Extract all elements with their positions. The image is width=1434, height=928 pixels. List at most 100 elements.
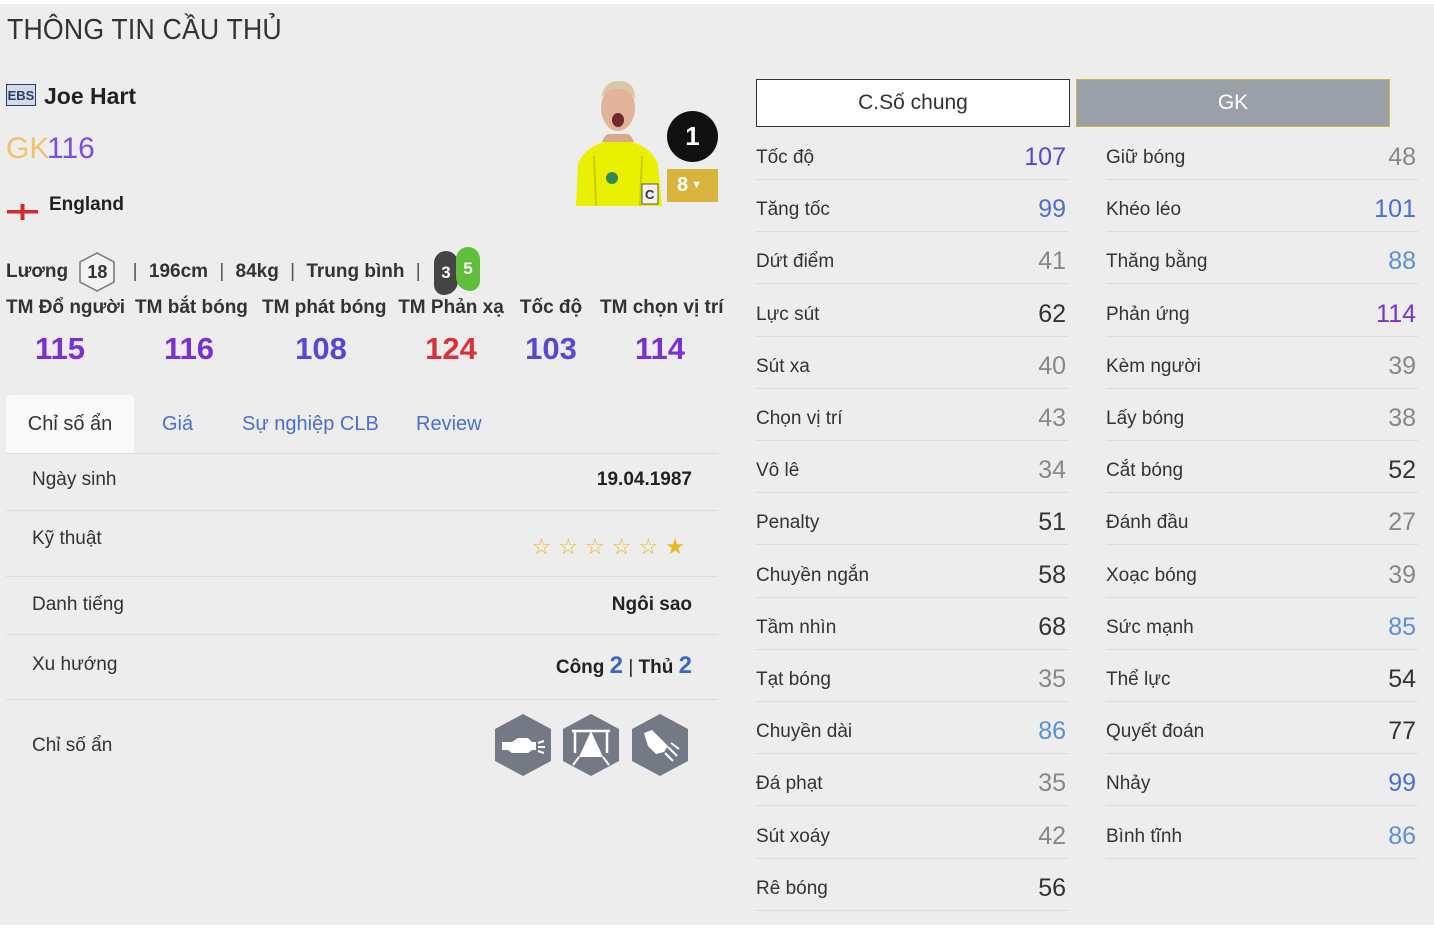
- player-height: 196cm: [148, 261, 209, 282]
- player-photo: C: [574, 76, 662, 206]
- general-stats-button[interactable]: C.Số chung: [756, 79, 1070, 127]
- stat-value: 114: [1376, 299, 1416, 328]
- stat-value: 99: [1038, 195, 1066, 224]
- gk-stat-value: 114: [634, 331, 685, 366]
- detail-tabs: Chỉ số ẩn Giá Sự nghiệp CLB Review: [6, 395, 718, 454]
- glove-throw-icon[interactable]: [631, 713, 689, 777]
- gk-stat-value: 108: [295, 331, 347, 366]
- salary-label: Lương: [6, 261, 69, 282]
- stat-label: Vô lê: [756, 460, 800, 482]
- tab-review[interactable]: Review: [416, 395, 482, 453]
- stat-label: Tăng tốc: [756, 199, 830, 221]
- detail-label: Danh tiếng: [32, 594, 124, 615]
- separator: |: [132, 261, 138, 282]
- stat-row: Nhảy 99: [1106, 754, 1418, 807]
- player-ovr: 116: [47, 132, 95, 165]
- gk-stat: TM bắt bóng 116: [135, 297, 248, 367]
- salary-value: 18: [87, 262, 108, 282]
- stat-label: Penalty: [756, 512, 820, 534]
- stat-label: Rê bóng: [756, 877, 828, 899]
- stat-row: Chuyền ngắn 58: [756, 546, 1068, 598]
- england-flag-icon: [7, 202, 38, 222]
- stat-row: Thăng bằng 88: [1106, 232, 1418, 285]
- stat-row: Phản ứng 114: [1106, 285, 1418, 337]
- stat-value: 86: [1388, 821, 1416, 850]
- salary-badge: 18: [77, 251, 117, 293]
- gk-stat-label: TM bắt bóng: [135, 297, 248, 318]
- tab-club-career[interactable]: Sự nghiệp CLB: [242, 395, 379, 453]
- stat-value: 54: [1388, 665, 1416, 693]
- stat-row: Kèm người 39: [1106, 337, 1418, 389]
- gk-stat-label: TM Đổ người: [6, 297, 126, 318]
- player-name: Joe Hart: [44, 83, 137, 109]
- gk-stat-value: 116: [163, 331, 214, 366]
- stat-row: Chọn vị trí 43: [756, 389, 1068, 441]
- attack-label: Công: [555, 657, 605, 678]
- stat-value: 38: [1388, 404, 1416, 432]
- stat-label: Đánh đầu: [1106, 512, 1189, 534]
- stat-row: Đá phạt 35: [756, 754, 1068, 807]
- detail-label: Ngày sinh: [32, 469, 117, 490]
- stat-label: Sút xa: [756, 355, 810, 377]
- stat-value: 56: [1038, 873, 1066, 902]
- stat-value: 42: [1038, 821, 1066, 850]
- gk-stat-value: 115: [34, 331, 85, 366]
- gk-stat-label: TM phát bóng: [262, 297, 387, 318]
- player-info-page: THÔNG TIN CẦU THỦ EBS Joe Hart GK 116 En…: [0, 4, 1434, 925]
- stat-value: 52: [1388, 456, 1416, 485]
- stat-row: Sút xa 40: [756, 337, 1068, 389]
- skill-stars: ☆☆☆☆☆★: [532, 534, 692, 560]
- star-icon-empty: ☆: [638, 534, 666, 559]
- stat-row: Khéo léo 101: [1106, 180, 1418, 233]
- tab-price[interactable]: Giá: [162, 395, 193, 453]
- separator: |: [415, 261, 421, 282]
- stat-row: Đánh đầu 27: [1106, 493, 1418, 546]
- stat-row: Cắt bóng 52: [1106, 441, 1418, 494]
- stat-value: 107: [1024, 143, 1066, 171]
- separator: |: [290, 261, 296, 282]
- gk-stats-button[interactable]: GK: [1076, 79, 1390, 127]
- stat-label: Khéo léo: [1106, 199, 1182, 221]
- stat-value: 88: [1388, 247, 1416, 276]
- stat-label: Chuyền dài: [756, 721, 853, 743]
- star-icon-empty: ☆: [558, 534, 586, 559]
- stat-label: Sức mạnh: [1106, 616, 1194, 638]
- stat-label: Thể lực: [1106, 669, 1171, 690]
- stat-value: 40: [1038, 351, 1066, 380]
- defense-value: 2: [678, 652, 692, 679]
- detail-label: Xu hướng: [32, 654, 118, 675]
- stat-value: 39: [1388, 560, 1416, 589]
- stat-value: 34: [1038, 456, 1066, 485]
- gk-stat-value: 124: [425, 331, 477, 366]
- player-position: GK: [6, 132, 50, 165]
- stat-row: Rê bóng 56: [756, 859, 1068, 911]
- player-info-line: Lương 18 | 196cm | 84kg | Trung bình | 3…: [6, 247, 484, 297]
- stat-label: Giữ bóng: [1106, 147, 1186, 168]
- page-title: THÔNG TIN CẦU THỦ: [7, 14, 282, 46]
- tab-hidden-stats[interactable]: Chỉ số ẩn: [6, 395, 134, 453]
- star-icon-filled: ★: [665, 534, 692, 559]
- defense-label: Thủ: [638, 657, 674, 678]
- stat-value: 39: [1388, 351, 1416, 380]
- stat-label: Lấy bóng: [1106, 408, 1185, 429]
- jersey-number: 1: [667, 111, 718, 162]
- stat-row: Penalty 51: [756, 493, 1068, 546]
- upgrade-level-dropdown[interactable]: 8 ▼: [667, 169, 718, 202]
- detail-row-skill: Kỹ thuật ☆☆☆☆☆★: [6, 510, 718, 577]
- stat-value: 51: [1038, 508, 1066, 537]
- stat-value: 101: [1374, 195, 1416, 224]
- gk-stat: TM chọn vị trí 114: [600, 297, 724, 367]
- punch-icon[interactable]: [494, 713, 552, 777]
- stat-row: Chuyền dài 86: [756, 702, 1068, 755]
- stat-row: Vô lê 34: [756, 441, 1068, 494]
- stat-row: Tăng tốc 99: [756, 180, 1068, 233]
- stat-row: Giữ bóng 48: [1106, 128, 1418, 180]
- stat-value: 58: [1038, 560, 1066, 589]
- stat-value: 35: [1038, 769, 1066, 798]
- stat-row: Tốc độ 107: [756, 128, 1068, 180]
- stat-row: Sút xoáy 42: [756, 807, 1068, 859]
- detail-row-workrate: Xu hướng Công 2 | Thủ 2: [6, 634, 718, 700]
- goalkeeper-icon[interactable]: [562, 713, 620, 777]
- stat-row: Tạt bóng 35: [756, 650, 1068, 702]
- separator: |: [628, 657, 634, 678]
